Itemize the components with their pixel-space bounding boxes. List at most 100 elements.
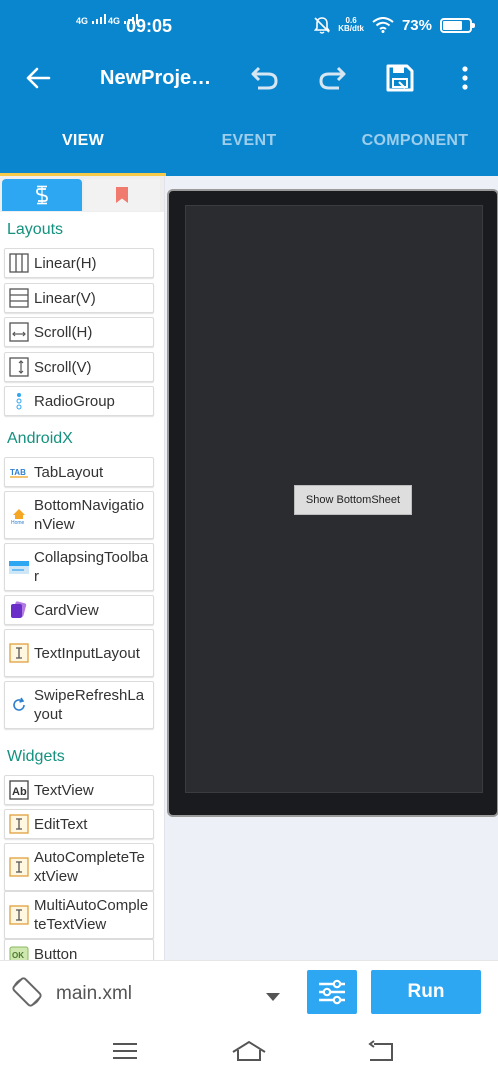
palette-item-label: TextInputLayout	[34, 644, 140, 662]
status-bar: 4G 4G 09:05 0.6 KB/dtk 73%	[0, 0, 498, 50]
collapsing-toolbar-icon	[8, 556, 30, 578]
mute-bell-icon	[314, 17, 331, 34]
palette-item-autocomplete[interactable]: AutoCompleteTextView	[4, 843, 154, 891]
app-bar: NewProject...	[0, 50, 498, 106]
scroll-vertical-icon	[8, 356, 30, 378]
system-navigation-bar	[0, 1024, 498, 1080]
refresh-icon	[8, 694, 30, 716]
palette-item-label: RadioGroup	[34, 392, 115, 410]
run-button[interactable]: Run	[371, 970, 481, 1014]
widgets-tab-icon	[36, 185, 48, 205]
save-icon[interactable]	[384, 62, 416, 94]
palette-item-button[interactable]: OK Button	[4, 939, 154, 960]
device-frame: Show BottomSheet	[167, 189, 498, 817]
tab-component[interactable]: COMPONENT	[332, 106, 498, 176]
svg-text:Ab: Ab	[12, 786, 27, 798]
palette-item-linear-v[interactable]: Linear(V)	[4, 283, 154, 313]
back-arrow-icon[interactable]	[22, 62, 54, 94]
status-right: 0.6 KB/dtk 73%	[314, 16, 475, 34]
undo-icon[interactable]	[249, 62, 281, 94]
svg-text:OK: OK	[12, 951, 24, 960]
battery-percent: 73%	[401, 16, 432, 34]
palette-item-label: Scroll(H)	[34, 323, 93, 341]
textview-icon: Ab	[8, 779, 30, 801]
redo-icon[interactable]	[316, 62, 348, 94]
svg-text:TAB: TAB	[10, 468, 26, 477]
layout-preview: Show BottomSheet	[164, 176, 498, 960]
palette-tabs	[0, 176, 164, 212]
battery-icon	[440, 17, 475, 33]
chevron-down-icon[interactable]	[266, 988, 280, 1006]
palette-item-label: SwipeRefreshLayout	[34, 687, 145, 723]
palette-item-edittext[interactable]: EditText	[4, 809, 154, 839]
file-selector[interactable]: main.xml	[56, 983, 132, 1005]
palette-item-textinputlayout[interactable]: TextInputLayout	[4, 629, 154, 677]
radiogroup-icon	[8, 390, 30, 412]
palette-item-swiperefresh[interactable]: SwipeRefreshLayout	[4, 681, 154, 729]
device-screen[interactable]: Show BottomSheet	[185, 205, 483, 793]
textinput-icon	[8, 642, 30, 664]
button-icon: OK	[8, 943, 30, 960]
palette-item-bottomnav[interactable]: Home BottomNavigationView	[4, 491, 154, 539]
palette-item-label: CollapsingToolbar	[34, 549, 149, 585]
palette-item-radiogroup[interactable]: RadioGroup	[4, 386, 154, 416]
palette-item-textview[interactable]: Ab TextView	[4, 775, 154, 805]
palette-item-label: BottomNavigationView	[34, 497, 145, 533]
net-speed-unit: KB/dtk	[338, 24, 364, 33]
svg-text:Home: Home	[11, 520, 25, 525]
multiautocomplete-icon	[8, 904, 30, 926]
properties-button[interactable]	[307, 970, 357, 1014]
tune-icon	[319, 979, 345, 1005]
more-vert-icon[interactable]	[449, 62, 481, 94]
show-bottomsheet-button[interactable]: Show BottomSheet	[294, 485, 412, 515]
editor-tabs: VIEW EVENT COMPONENT	[0, 106, 498, 176]
palette-item-label: EditText	[34, 815, 88, 833]
net-speed: 0.6 KB/dtk	[338, 17, 364, 33]
app-root: 4G 4G 09:05 0.6 KB/dtk 73% NewProject...	[0, 0, 498, 1080]
palette-item-label: Scroll(V)	[34, 358, 92, 376]
battery-fill	[443, 20, 462, 30]
tab-view[interactable]: VIEW	[0, 106, 166, 176]
palette-item-label: Linear(H)	[34, 254, 97, 272]
palette-item-label: MultiAutoCompleteTextView	[34, 897, 149, 933]
palette-item-label: TabLayout	[34, 463, 104, 481]
palette-item-label: Linear(V)	[34, 289, 96, 307]
bottom-toolbar: main.xml Run	[0, 960, 498, 1024]
bookmark-icon	[116, 187, 128, 203]
linear-horizontal-icon	[8, 252, 30, 274]
clock: 09:05	[126, 16, 173, 36]
palette-item-scroll-v[interactable]: Scroll(V)	[4, 352, 154, 382]
widget-palette: Layouts Linear(H) Linear(V) Scroll(H) Sc…	[0, 176, 164, 960]
signal-icon	[91, 14, 106, 24]
palette-item-label: TextView	[34, 781, 94, 799]
palette-item-cardview[interactable]: CardView	[4, 595, 154, 625]
project-title: NewProject...	[100, 67, 220, 89]
category-layouts: Layouts	[7, 221, 64, 238]
scroll-horizontal-icon	[8, 321, 30, 343]
palette-tab-bookmark[interactable]	[84, 179, 160, 211]
palette-tab-widgets[interactable]	[2, 179, 82, 211]
palette-item-linear-h[interactable]: Linear(H)	[4, 248, 154, 278]
autocomplete-icon	[8, 856, 30, 878]
tablayout-icon: TAB	[8, 461, 30, 483]
bottom-navigation-icon: Home	[8, 504, 30, 526]
palette-item-multiautocomplete[interactable]: MultiAutoCompleteTextView	[4, 891, 154, 939]
rotate-screen-icon[interactable]	[10, 975, 44, 1009]
home-icon[interactable]	[232, 1040, 266, 1067]
wifi-icon	[372, 17, 394, 33]
back-nav-icon[interactable]	[368, 1040, 394, 1067]
tab-event[interactable]: EVENT	[166, 106, 332, 176]
palette-item-label: AutoCompleteTextView	[34, 849, 145, 885]
network-label-2: 4G	[108, 16, 121, 26]
category-androidx: AndroidX	[7, 430, 73, 447]
palette-item-tablayout[interactable]: TAB TabLayout	[4, 457, 154, 487]
palette-item-label: Button	[34, 945, 78, 961]
category-widgets: Widgets	[7, 748, 65, 765]
network-label-1: 4G	[76, 16, 89, 26]
linear-vertical-icon	[8, 287, 30, 309]
cardview-icon	[8, 599, 30, 621]
recent-apps-icon[interactable]	[113, 1042, 137, 1065]
palette-item-label: CardView	[34, 601, 99, 619]
palette-item-collapsing-toolbar[interactable]: CollapsingToolbar	[4, 543, 154, 591]
palette-item-scroll-h[interactable]: Scroll(H)	[4, 317, 154, 347]
